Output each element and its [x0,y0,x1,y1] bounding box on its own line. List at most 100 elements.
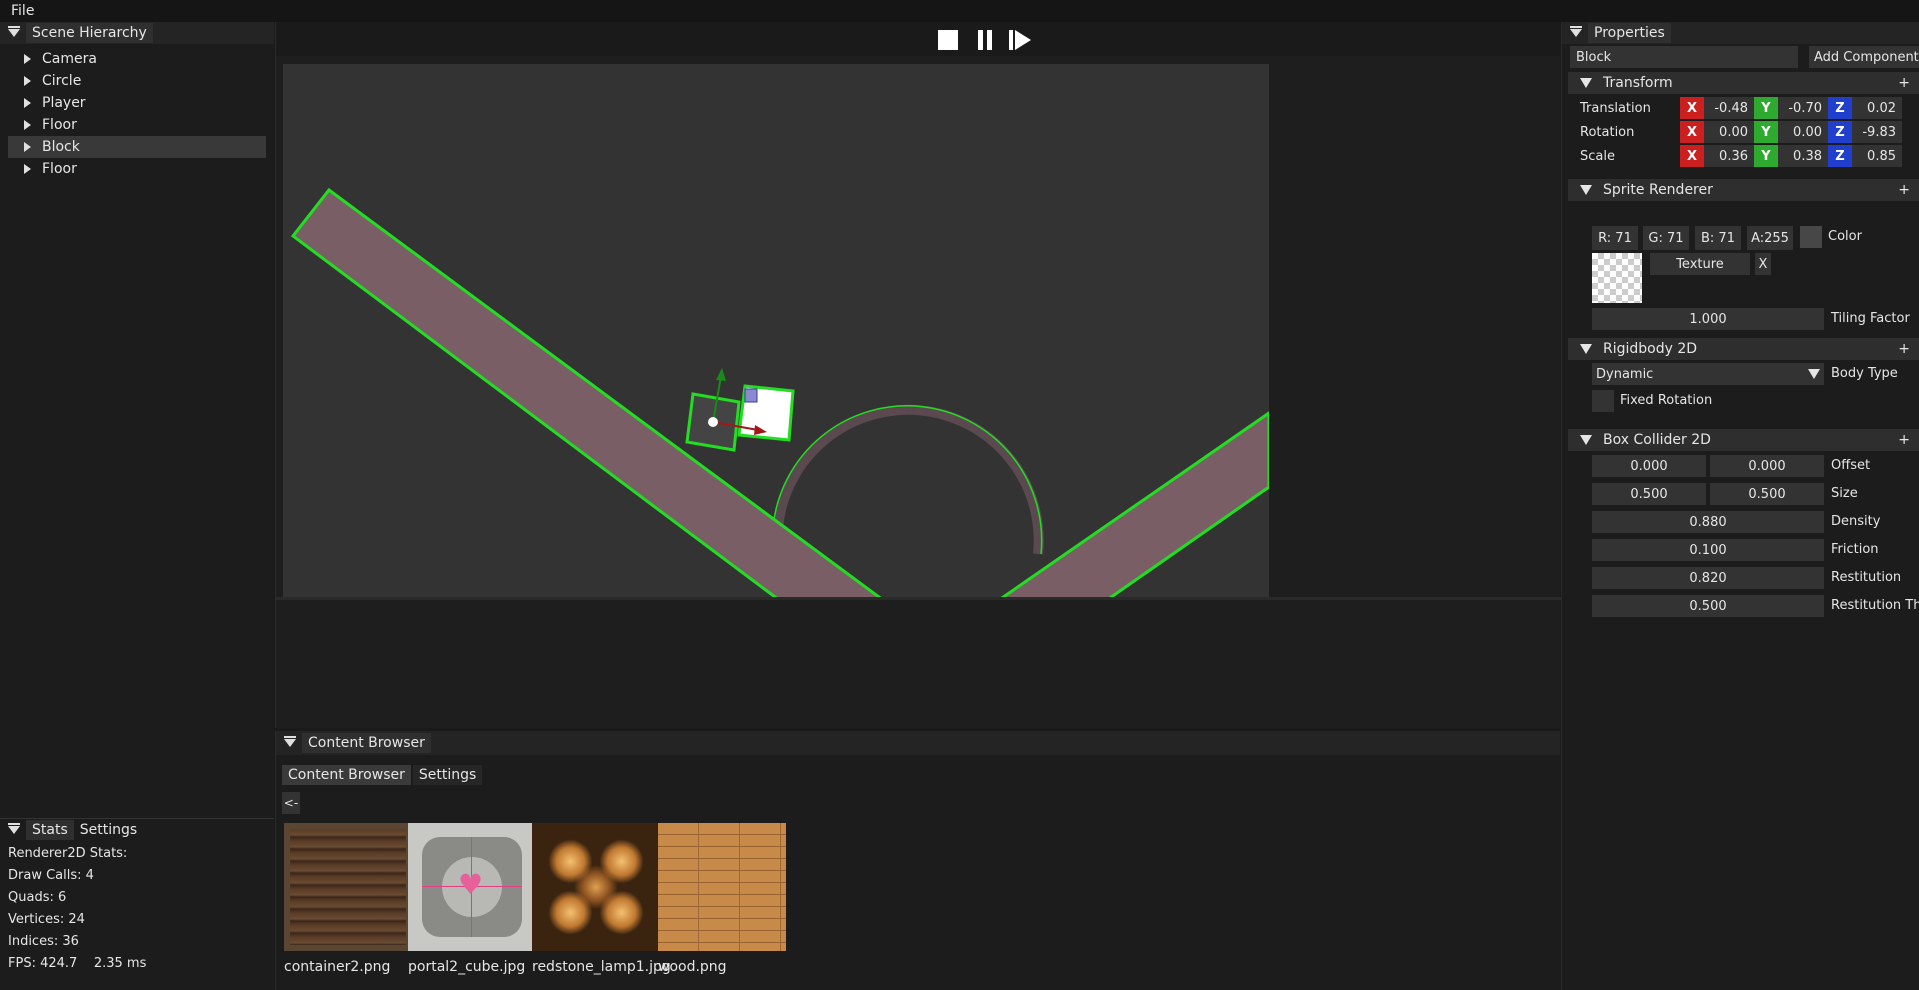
expand-arrow-icon[interactable] [24,76,31,86]
axis-z-button[interactable]: Z [1828,121,1852,143]
collapse-arrow-icon[interactable] [1580,435,1592,445]
axis-y-button[interactable]: Y [1754,145,1778,167]
floor-left[interactable] [290,187,886,600]
axis-y-button[interactable]: Y [1754,97,1778,119]
file-item[interactable]: wood.png [658,823,788,975]
rotation-z[interactable]: -9.83 [1852,121,1902,143]
wood-planks-texture [290,829,406,945]
transform-header[interactable]: Transform + [1568,72,1919,94]
sprite-renderer-header[interactable]: Sprite Renderer + [1568,179,1919,201]
component-settings-button[interactable]: + [1898,432,1910,448]
size-x-input[interactable]: 0.500 [1592,483,1706,505]
pause-bar-icon [978,30,983,50]
scale-y[interactable]: 0.38 [1778,145,1828,167]
expand-arrow-icon[interactable] [24,54,31,64]
size-y-input[interactable]: 0.500 [1710,483,1824,505]
entity-name-input[interactable]: Block [1570,46,1798,68]
axis-z-button[interactable]: Z [1828,145,1852,167]
axis-z-button[interactable]: Z [1828,97,1852,119]
back-button[interactable]: <- [282,792,300,814]
expand-arrow-icon[interactable] [24,164,31,174]
expand-arrow-icon[interactable] [24,98,31,108]
heart-icon: ♥ [458,868,484,901]
texture-button[interactable]: Texture [1650,253,1750,275]
restitution-threshold-label: Restitution Thr [1831,598,1919,613]
axis-x-button[interactable]: X [1680,97,1704,119]
tiling-factor-input[interactable]: 1.000 [1592,308,1824,330]
offset-y-input[interactable]: 0.000 [1710,455,1824,477]
tab-properties[interactable]: Properties [1588,23,1671,43]
rotation-x[interactable]: 0.00 [1704,121,1754,143]
texture-preview[interactable] [1592,253,1642,303]
restitution-input[interactable]: 0.820 [1592,567,1824,589]
scene-canvas[interactable] [283,64,1269,600]
tab-content-browser-dock[interactable]: Content Browser [302,733,431,753]
collapse-arrow-icon[interactable] [1580,185,1592,195]
panel-menu-icon[interactable] [8,823,20,834]
axis-x-button[interactable]: X [1680,121,1704,143]
file-thumbnail-redstone-lamp[interactable] [532,823,660,951]
offset-x-input[interactable]: 0.000 [1592,455,1706,477]
color-b-field[interactable]: B: 71 [1695,226,1741,250]
file-item[interactable]: ♥ portal2_cube.jpg [408,823,538,975]
tree-item-floor[interactable]: Floor [8,114,266,136]
translation-z[interactable]: 0.02 [1852,97,1902,119]
component-settings-button[interactable]: + [1898,75,1910,91]
file-name: portal2_cube.jpg [408,959,526,975]
file-thumbnail-portal2-cube[interactable]: ♥ [408,823,536,951]
body-type-select[interactable]: Dynamic [1592,363,1824,385]
fixed-rotation-checkbox[interactable] [1592,390,1614,412]
color-r-field[interactable]: R: 71 [1592,226,1638,250]
component-settings-button[interactable]: + [1898,182,1910,198]
tab-settings[interactable]: Settings [74,820,143,840]
stats-content: Renderer2D Stats: Draw Calls: 4 Quads: 6… [0,841,274,975]
gizmo-center[interactable] [708,417,718,427]
scale-x[interactable]: 0.36 [1704,145,1754,167]
component-settings-button[interactable]: + [1898,341,1910,357]
friction-label: Friction [1831,542,1879,557]
rotation-y[interactable]: 0.00 [1778,121,1828,143]
add-component-button[interactable]: Add Component [1809,46,1919,68]
texture-clear-button[interactable]: X [1755,253,1771,275]
tree-item-floor[interactable]: Floor [8,158,266,180]
tab-content-settings[interactable]: Settings [412,765,483,785]
axis-y-button[interactable]: Y [1754,121,1778,143]
step-icon[interactable] [1009,30,1035,50]
axis-x-button[interactable]: X [1680,145,1704,167]
panel-menu-icon[interactable] [1570,26,1582,37]
restitution-threshold-input[interactable]: 0.500 [1592,595,1824,617]
friction-input[interactable]: 0.100 [1592,539,1824,561]
box-collider-header[interactable]: Box Collider 2D + [1568,429,1919,451]
tree-item-circle[interactable]: Circle [8,70,266,92]
collapse-arrow-icon[interactable] [1580,344,1592,354]
body-type-value: Dynamic [1596,366,1654,382]
tab-scene-hierarchy[interactable]: Scene Hierarchy [26,23,153,43]
tab-stats[interactable]: Stats [26,820,74,840]
file-thumbnail-wood[interactable] [658,823,786,951]
panel-menu-icon[interactable] [284,736,296,747]
offset-label: Offset [1831,458,1871,473]
file-thumbnail-container2[interactable] [284,823,412,951]
color-a-field[interactable]: A:255 [1747,226,1793,250]
viewport[interactable] [283,64,1269,600]
panel-menu-icon[interactable] [8,26,20,37]
tree-item-camera[interactable]: Camera [8,48,266,70]
file-item[interactable]: redstone_lamp1.jpg [532,823,672,975]
file-item[interactable]: container2.png [284,823,414,975]
density-input[interactable]: 0.880 [1592,511,1824,533]
rigidbody-header[interactable]: Rigidbody 2D + [1568,338,1919,360]
expand-arrow-icon[interactable] [24,142,31,152]
translation-y[interactable]: -0.70 [1778,97,1828,119]
tree-item-player[interactable]: Player [8,92,266,114]
scale-z[interactable]: 0.85 [1852,145,1902,167]
tab-content-browser[interactable]: Content Browser [282,765,411,785]
color-g-field[interactable]: G: 71 [1643,226,1689,250]
pause-icon[interactable] [976,30,994,50]
translation-x[interactable]: -0.48 [1704,97,1754,119]
expand-arrow-icon[interactable] [24,120,31,130]
color-swatch[interactable] [1800,226,1822,248]
tree-item-block[interactable]: Block [8,136,266,158]
collapse-arrow-icon[interactable] [1580,78,1592,88]
stop-icon[interactable] [938,30,958,50]
menu-file[interactable]: File [11,3,34,19]
